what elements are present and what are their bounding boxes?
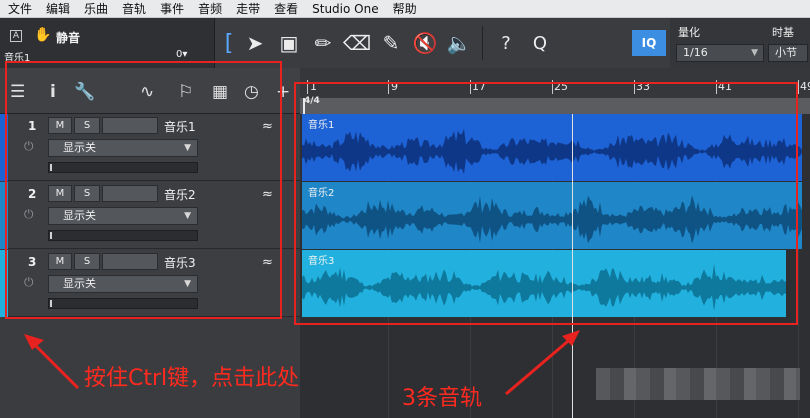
bracket-icon: [ — [224, 30, 234, 56]
annotation-left-text: 按住Ctrl键，点击此处 — [84, 366, 300, 391]
menu-file[interactable]: 文件 — [0, 0, 38, 18]
split-tool-icon[interactable]: ✏ — [306, 22, 340, 64]
studio-one-window: 文件 编辑 乐曲 音轨 事件 音频 走带 查看 Studio One 帮助 A … — [0, 0, 810, 418]
menu-bar: 文件 编辑 乐曲 音轨 事件 音频 走带 查看 Studio One 帮助 — [0, 0, 810, 18]
annotation-right-text: 3条音轨 — [402, 386, 482, 411]
menu-edit[interactable]: 编辑 — [38, 0, 76, 18]
toolbar-divider — [482, 26, 483, 60]
quantize-select[interactable]: 1/16 ▼ — [676, 44, 764, 62]
menu-event[interactable]: 事件 — [152, 0, 190, 18]
menu-track[interactable]: 音轨 — [114, 0, 152, 18]
arrow-tool-icon[interactable]: ➤ — [238, 22, 272, 64]
quantize-label: 量化 — [678, 26, 700, 39]
annotation-box-track-headers — [5, 61, 282, 319]
menu-studio-one[interactable]: Studio One — [304, 0, 384, 18]
iq-button[interactable]: IQ — [632, 30, 666, 56]
auto-mode-icon[interactable]: A — [10, 30, 22, 42]
menu-song[interactable]: 乐曲 — [76, 0, 114, 18]
tool-group: [ ➤ ▣ ✏ ⌫ ✎ 🔇 🔈 ? Q — [220, 22, 557, 64]
menu-transport[interactable]: 走带 — [228, 0, 266, 18]
zoom-icon[interactable]: Q — [523, 22, 557, 64]
quantize-panel: 量化 时基 1/16 ▼ 小节 — [670, 18, 810, 68]
help-icon[interactable]: ? — [489, 22, 523, 64]
bar-tick — [798, 80, 799, 94]
listen-tool-icon[interactable]: 🔈 — [442, 22, 476, 64]
paint-tool-icon[interactable]: ✎ — [374, 22, 408, 64]
bar-number: 49 — [800, 80, 810, 93]
chevron-down-icon: ▼ — [751, 48, 758, 58]
menu-view[interactable]: 查看 — [266, 0, 304, 18]
menu-audio[interactable]: 音频 — [190, 0, 228, 18]
timebase-select[interactable]: 小节 — [768, 44, 808, 62]
range-tool-icon[interactable]: ▣ — [272, 22, 306, 64]
mute-tool-icon[interactable]: 🔇 — [408, 22, 442, 64]
track-volume-value[interactable]: 0▾ — [176, 49, 187, 60]
eraser-tool-icon[interactable]: ⌫ — [340, 22, 374, 64]
annotation-box-tracks — [294, 82, 798, 325]
watermark-blur — [596, 368, 800, 400]
timebase-label: 时基 — [772, 26, 794, 39]
hand-icon[interactable]: ✋ — [34, 27, 51, 43]
menu-help[interactable]: 帮助 — [385, 0, 423, 18]
mute-label: 静音 — [56, 31, 81, 45]
